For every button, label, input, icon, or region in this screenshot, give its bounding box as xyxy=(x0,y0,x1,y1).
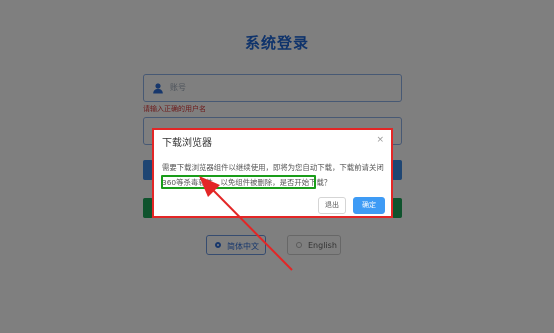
arrow-shaft xyxy=(212,189,293,271)
annotation-arrow xyxy=(199,176,293,271)
